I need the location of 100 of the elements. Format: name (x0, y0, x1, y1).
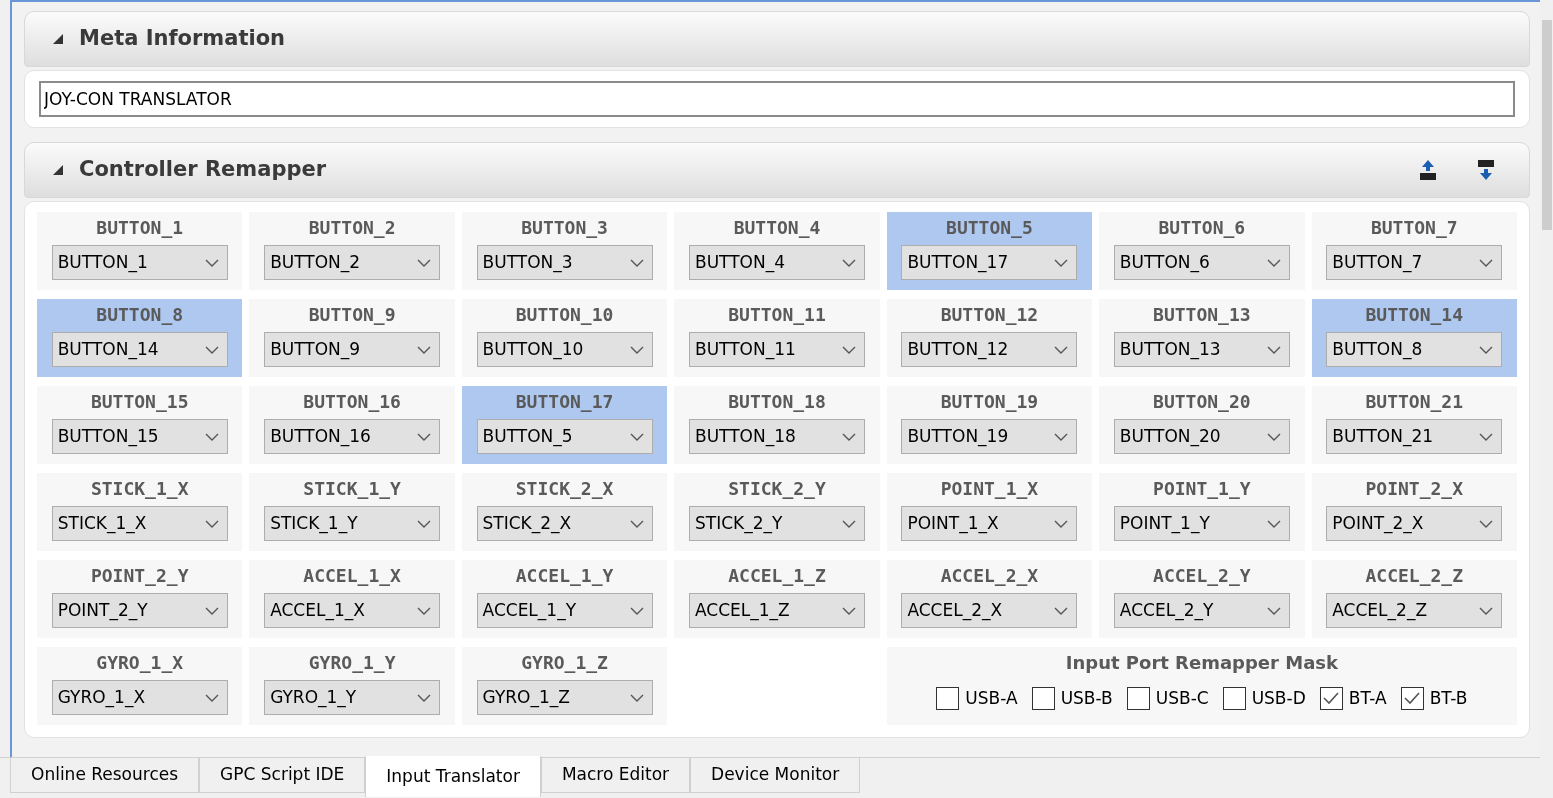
mapping-dropdown[interactable]: GYRO_1_Z (476, 680, 653, 715)
chevron-down-icon (417, 519, 432, 528)
chevron-down-icon (842, 519, 856, 528)
chevron-down-icon (842, 432, 856, 441)
mapping-label: BUTTON_19 (940, 391, 1039, 413)
tab[interactable]: GPC Script IDE (199, 758, 366, 793)
mapping-dropdown[interactable]: BUTTON_6 (1113, 245, 1290, 280)
mapping-dropdown[interactable]: POINT_2_Y (51, 593, 228, 628)
tab[interactable]: Device Monitor (690, 758, 861, 793)
mapping-dropdown[interactable]: BUTTON_10 (476, 332, 653, 367)
mapping-label: BUTTON_6 (1158, 217, 1246, 239)
mapping-dropdown[interactable]: BUTTON_4 (689, 245, 865, 280)
scrollbar-thumb[interactable] (1541, 20, 1552, 230)
mapping-label: STICK_2_X (515, 478, 614, 500)
mapping-dropdown[interactable]: BUTTON_1 (51, 245, 228, 280)
checkmark-icon (1323, 692, 1340, 706)
mapping-dropdown[interactable]: STICK_2_X (476, 506, 653, 541)
mapping-dropdown[interactable]: BUTTON_2 (264, 245, 441, 280)
chevron-down-icon (1266, 432, 1281, 441)
mapping-dropdown[interactable]: BUTTON_5 (476, 419, 653, 454)
mapping-dropdown[interactable]: ACCEL_2_Z (1326, 593, 1503, 628)
chevron-down-icon (629, 345, 644, 354)
mapping-dropdown[interactable]: STICK_2_Y (689, 506, 865, 541)
mapping-label: ACCEL_1_Z (728, 565, 826, 587)
chevron-down-icon (1266, 345, 1281, 354)
mapping-dropdown[interactable]: ACCEL_2_Y (1113, 593, 1290, 628)
mapping-label: BUTTON_16 (303, 391, 401, 413)
mapping-dropdown[interactable]: STICK_1_Y (264, 506, 441, 541)
mapping-label: BUTTON_17 (515, 391, 614, 413)
chevron-down-icon (1054, 519, 1069, 528)
mapping-dropdown[interactable]: BUTTON_18 (689, 419, 865, 454)
mapping-label: BUTTON_9 (308, 304, 396, 326)
mapping-label: BUTTON_3 (521, 217, 608, 239)
mapping-dropdown[interactable]: BUTTON_15 (51, 419, 228, 454)
mapping-dropdown[interactable]: POINT_1_X (901, 506, 1078, 541)
tab[interactable]: Online Resources (10, 758, 200, 793)
mapping-dropdown[interactable]: BUTTON_19 (901, 419, 1078, 454)
chevron-down-icon (1479, 258, 1494, 267)
section-header[interactable]: Controller Remapper (24, 142, 1530, 198)
chevron-down-icon (1479, 606, 1494, 615)
checkbox[interactable] (1400, 687, 1424, 711)
mapping-label: POINT_1_Y (1153, 478, 1251, 500)
mapping-dropdown[interactable]: BUTTON_12 (901, 332, 1078, 367)
mapping-dropdown[interactable]: ACCEL_1_Z (689, 593, 865, 628)
tab[interactable]: Macro Editor (540, 758, 691, 793)
mapping-label: ACCEL_1_X (303, 565, 401, 587)
checkbox[interactable] (1222, 687, 1246, 711)
mapping-dropdown[interactable]: BUTTON_9 (264, 332, 441, 367)
mapping-dropdown[interactable]: ACCEL_2_X (901, 593, 1078, 628)
mapping-label: STICK_2_Y (728, 478, 826, 500)
mapping-dropdown[interactable]: BUTTON_20 (1113, 419, 1290, 454)
mapping-dropdown[interactable]: GYRO_1_Y (264, 680, 441, 715)
checkbox-label: BT-A (1348, 687, 1387, 710)
mapping-label: BUTTON_10 (515, 304, 614, 326)
mapping-dropdown[interactable]: POINT_1_Y (1113, 506, 1290, 541)
tab[interactable]: Input Translator (365, 756, 541, 797)
mapping-dropdown[interactable]: BUTTON_17 (901, 245, 1078, 280)
mapping-dropdown[interactable]: STICK_1_X (51, 506, 228, 541)
mapping-dropdown[interactable]: BUTTON_8 (1326, 332, 1503, 367)
chevron-down-icon (1054, 432, 1069, 441)
chevron-down-icon (1266, 519, 1281, 528)
mapping-dropdown[interactable]: BUTTON_16 (264, 419, 441, 454)
mapping-label: STICK_1_Y (303, 478, 401, 500)
checkmark-icon (1404, 692, 1421, 706)
mapping-label: STICK_1_X (90, 478, 189, 500)
mapping-dropdown[interactable]: ACCEL_1_Y (476, 593, 653, 628)
chevron-down-icon (204, 519, 219, 528)
mapping-label: ACCEL_2_Z (1365, 565, 1464, 587)
mapping-label: GYRO_1_X (96, 652, 184, 674)
mapping-dropdown[interactable]: ACCEL_1_X (264, 593, 441, 628)
chevron-down-icon (1054, 606, 1069, 615)
checkbox[interactable] (1319, 687, 1343, 711)
mapping-label: BUTTON_8 (96, 304, 184, 326)
checkbox-label: USB-B (1060, 687, 1113, 710)
chevron-down-icon (204, 693, 219, 702)
chevron-down-icon (629, 432, 644, 441)
checkbox[interactable] (1126, 687, 1150, 711)
mapping-dropdown[interactable]: GYRO_1_X (51, 680, 228, 715)
mapping-dropdown[interactable]: BUTTON_21 (1326, 419, 1503, 454)
chevron-down-icon (1266, 258, 1281, 267)
mapping-dropdown[interactable]: BUTTON_3 (476, 245, 653, 280)
mapping-label: ACCEL_2_Y (1153, 565, 1251, 587)
upload-icon[interactable] (1419, 159, 1437, 181)
download-icon[interactable] (1477, 159, 1495, 181)
mapping-label: GYRO_1_Y (308, 652, 396, 674)
section-header[interactable]: Meta Information (24, 11, 1530, 67)
checkbox-label: USB-D (1251, 687, 1306, 710)
mapping-dropdown[interactable]: BUTTON_11 (689, 332, 865, 367)
mapping-dropdown[interactable]: BUTTON_7 (1326, 245, 1503, 280)
mapping-dropdown[interactable]: BUTTON_14 (51, 332, 228, 367)
mapping-label: ACCEL_2_X (940, 565, 1039, 587)
mapping-label: BUTTON_1 (96, 217, 184, 239)
checkbox[interactable] (1031, 687, 1055, 711)
mapping-dropdown[interactable]: BUTTON_13 (1113, 332, 1290, 367)
chevron-down-icon (204, 258, 219, 267)
mapping-dropdown[interactable]: POINT_2_X (1326, 506, 1503, 541)
section-title: Meta Information (79, 25, 286, 53)
port-mask-title: Input Port Remapper Mask (1065, 652, 1338, 674)
checkbox[interactable] (936, 687, 960, 711)
collapse-triangle-icon (51, 163, 65, 177)
